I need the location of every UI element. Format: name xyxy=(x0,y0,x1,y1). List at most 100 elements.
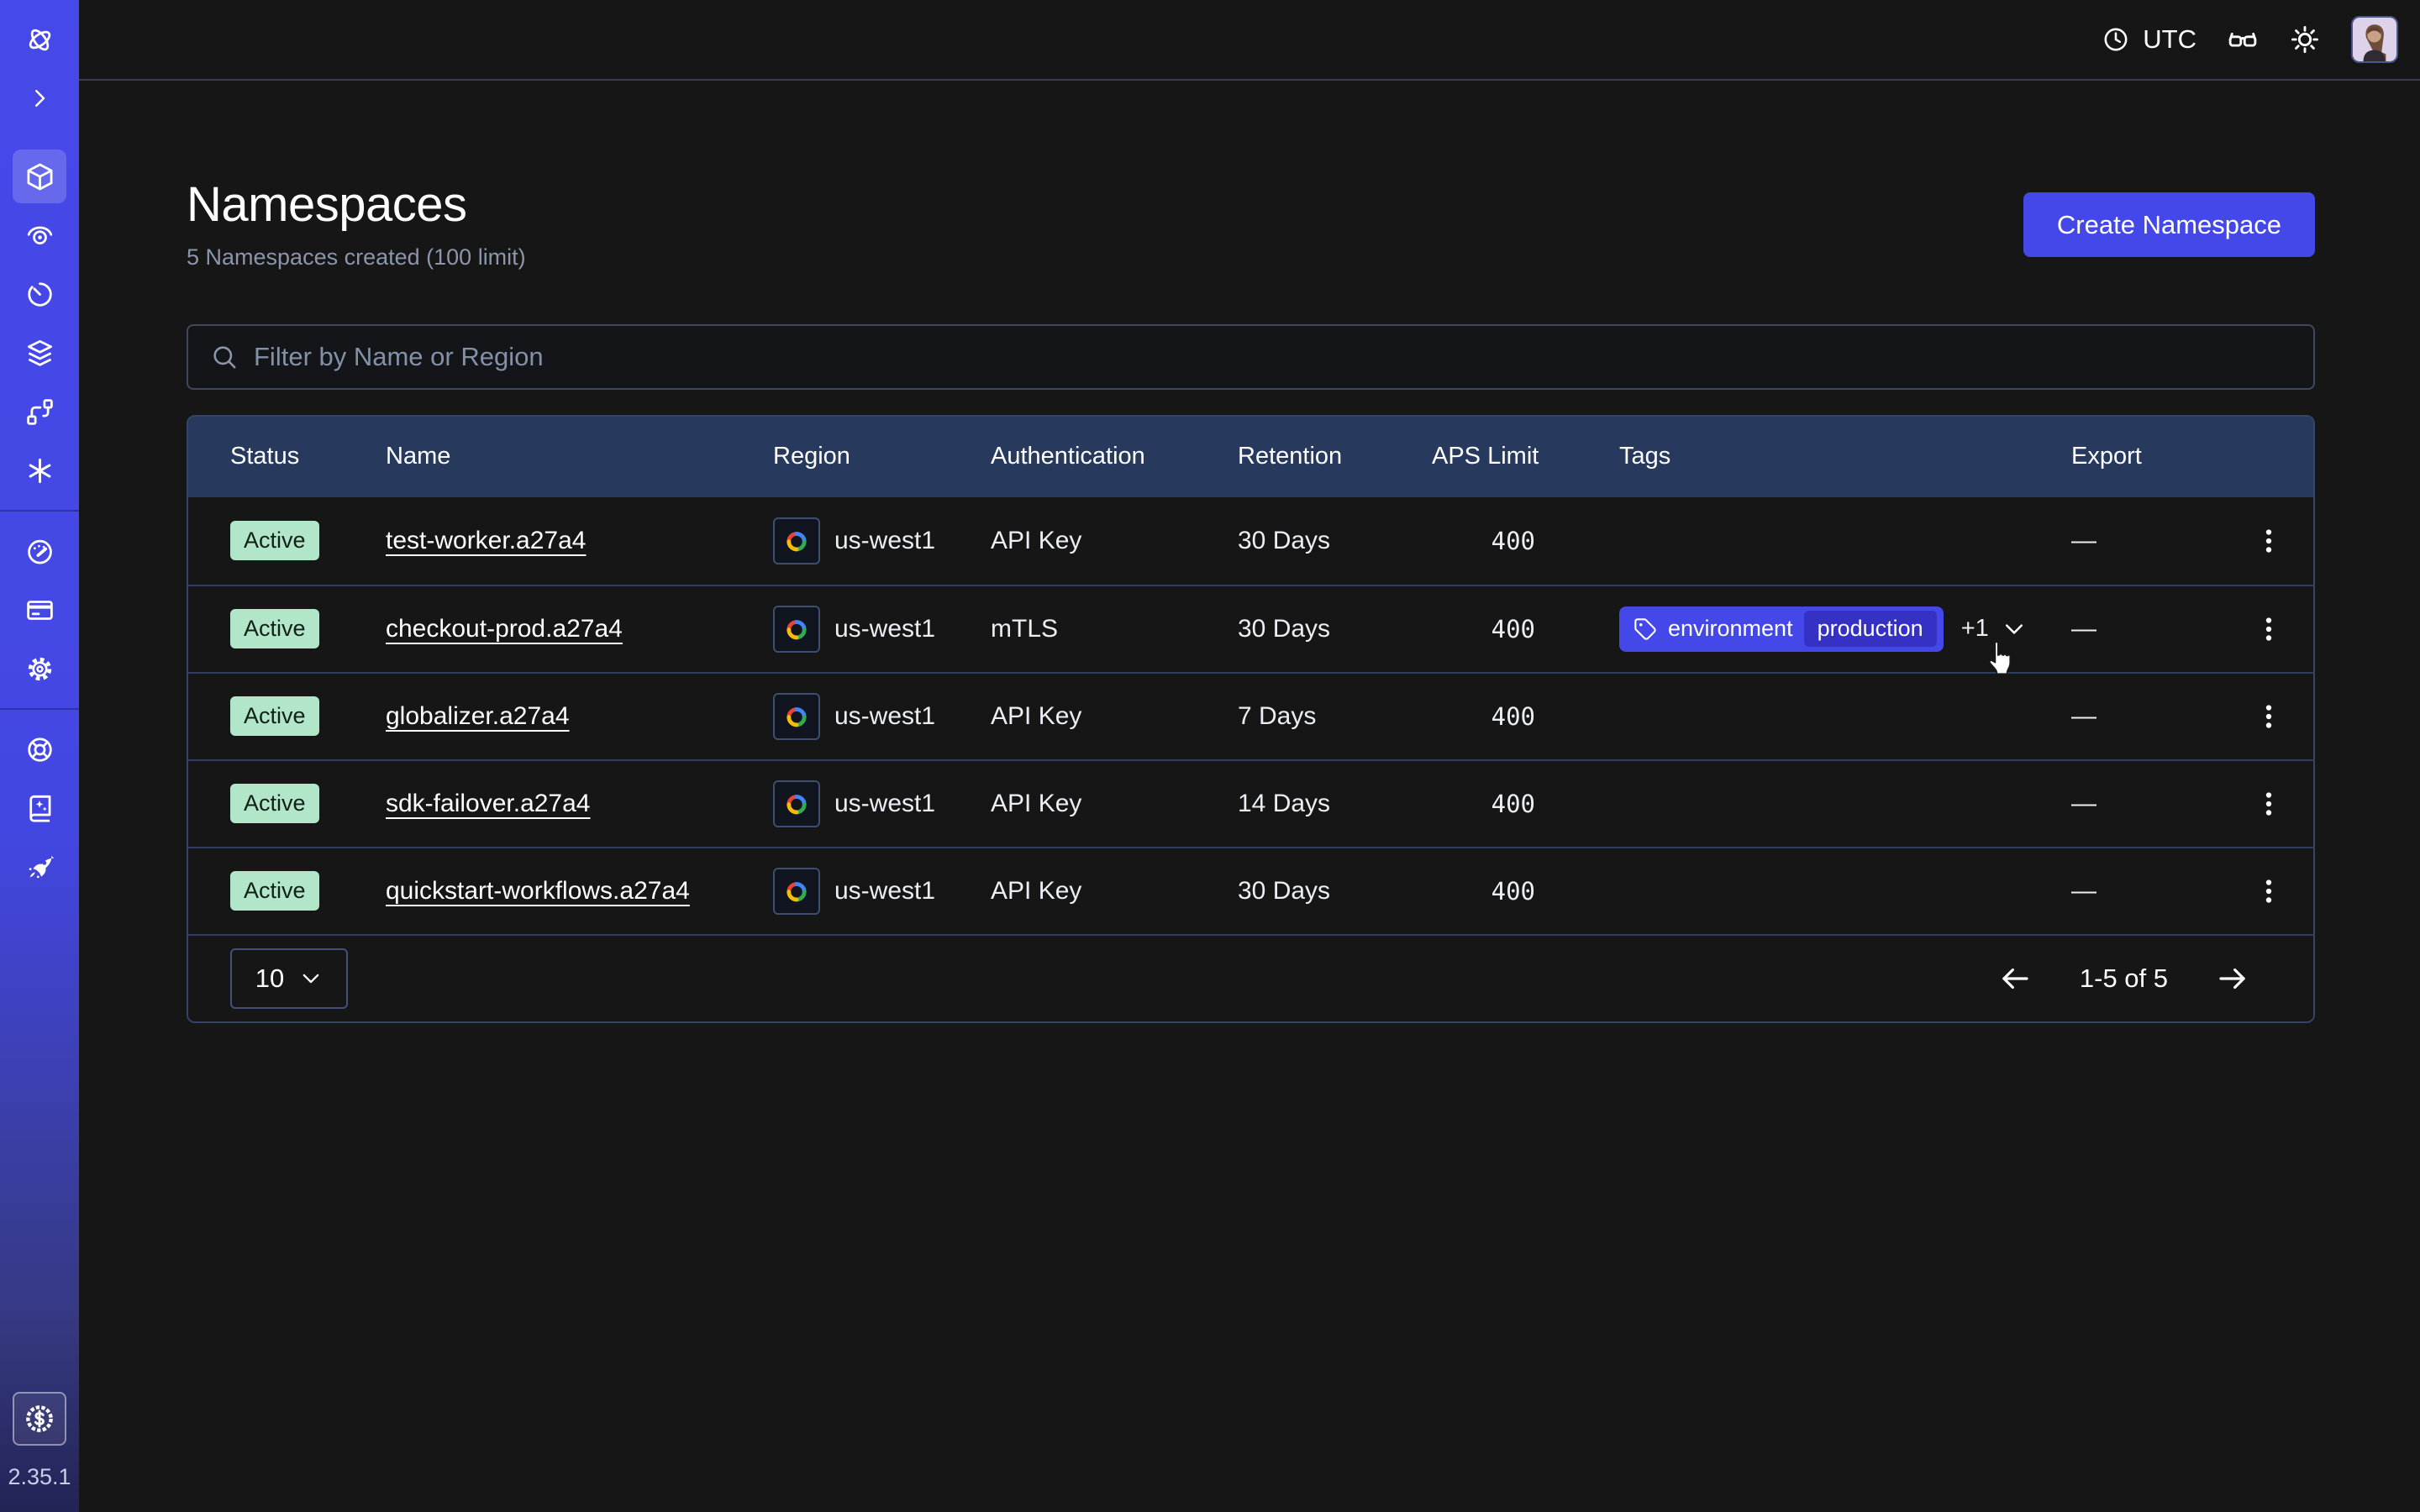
page-subtitle: 5 Namespaces created (100 limit) xyxy=(187,244,526,270)
namespace-link[interactable]: quickstart-workflows.a27a4 xyxy=(386,877,690,905)
export-value: — xyxy=(2071,790,2242,818)
main-content: Namespaces 5 Namespaces created (100 lim… xyxy=(79,82,2420,1023)
asterisk-icon xyxy=(24,455,55,486)
status-badge: Active xyxy=(230,521,319,560)
tag-icon xyxy=(1634,617,1657,641)
sidebar-item-support[interactable] xyxy=(13,722,66,776)
export-value: — xyxy=(2071,615,2242,643)
page-size-select[interactable]: 10 xyxy=(230,948,348,1009)
table-row: Active globalizer.a27a4 us-west1 API Key… xyxy=(188,672,2313,759)
aps-limit-value: 400 xyxy=(1432,527,1619,555)
gcp-region-icon xyxy=(773,693,820,740)
filter-input[interactable] xyxy=(254,342,2291,372)
retention-value: 30 Days xyxy=(1238,877,1432,906)
rocket-icon xyxy=(24,852,55,883)
sidebar-item-settings[interactable] xyxy=(13,642,66,696)
sidebar-item-schedules[interactable] xyxy=(13,267,66,321)
clock-icon xyxy=(2102,25,2130,54)
status-badge: Active xyxy=(230,609,319,648)
gcp-region-icon xyxy=(773,868,820,915)
col-name: Name xyxy=(386,443,773,470)
theme-toggle-button[interactable] xyxy=(2289,24,2321,55)
sidebar-item-deployments[interactable] xyxy=(13,385,66,438)
region-label: us-west1 xyxy=(834,527,935,555)
table-row: Active quickstart-workflows.a27a4 us-wes… xyxy=(188,847,2313,934)
table-row: Active checkout-prod.a27a4 us-west1 mTLS… xyxy=(188,585,2313,672)
sidebar-expand-button[interactable] xyxy=(13,71,66,125)
region-label: us-west1 xyxy=(834,615,935,643)
next-page-button[interactable] xyxy=(2215,961,2250,996)
tag-expand-button[interactable] xyxy=(2002,617,2027,642)
sidebar-divider xyxy=(0,708,79,710)
col-tags: Tags xyxy=(1619,443,2071,470)
namespace-link[interactable]: globalizer.a27a4 xyxy=(386,702,570,730)
region-label: us-west1 xyxy=(834,702,935,731)
reader-mode-button[interactable] xyxy=(2227,24,2259,55)
arrow-right-icon xyxy=(2215,961,2250,996)
lifebuoy-icon xyxy=(24,734,55,765)
prev-page-button[interactable] xyxy=(1997,961,2033,996)
arrow-left-icon xyxy=(1997,961,2033,996)
col-aps-limit: APS Limit xyxy=(1432,443,1619,470)
workflow-branch-icon xyxy=(24,396,55,428)
create-namespace-button[interactable]: Create Namespace xyxy=(2023,192,2315,257)
avatar-image xyxy=(2353,18,2396,61)
sidebar-item-usage[interactable] xyxy=(13,524,66,578)
app-version: 2.35.1 xyxy=(8,1464,71,1490)
topbar: UTC xyxy=(79,0,2420,81)
row-menu-button[interactable] xyxy=(2242,690,2296,743)
sidebar-item-billing[interactable] xyxy=(13,583,66,637)
sidebar-item-nexus[interactable] xyxy=(13,444,66,497)
timezone-selector[interactable]: UTC xyxy=(2102,24,2196,55)
chevron-down-icon xyxy=(299,967,323,990)
namespace-link[interactable]: checkout-prod.a27a4 xyxy=(386,615,623,643)
namespaces-table: Status Name Region Authentication Retent… xyxy=(187,415,2315,1023)
aps-limit-value: 400 xyxy=(1432,877,1619,906)
export-value: — xyxy=(2071,877,2242,906)
tag-key: environment xyxy=(1668,616,1793,642)
row-menu-button[interactable] xyxy=(2242,602,2296,656)
sidebar-item-getting-started[interactable] xyxy=(13,840,66,894)
auth-value: API Key xyxy=(991,527,1238,555)
row-menu-button[interactable] xyxy=(2242,864,2296,918)
gcp-region-icon xyxy=(773,606,820,653)
user-avatar[interactable] xyxy=(2351,16,2398,63)
auth-value: mTLS xyxy=(991,615,1238,643)
credit-card-icon xyxy=(24,595,55,626)
credits-button[interactable] xyxy=(13,1392,66,1446)
auth-value: API Key xyxy=(991,702,1238,731)
sidebar-divider xyxy=(0,510,79,512)
auth-value: API Key xyxy=(991,877,1238,906)
gcp-region-icon xyxy=(773,517,820,564)
export-value: — xyxy=(2071,702,2242,731)
page-title: Namespaces xyxy=(187,180,526,231)
sidebar-item-batch[interactable] xyxy=(13,326,66,380)
gcp-region-icon xyxy=(773,780,820,827)
timezone-label: UTC xyxy=(2143,24,2196,55)
row-menu-button[interactable] xyxy=(2242,514,2296,568)
layers-icon xyxy=(24,338,55,369)
aps-limit-value: 400 xyxy=(1432,702,1619,731)
page-range-label: 1-5 of 5 xyxy=(2080,963,2168,994)
sidebar-item-docs[interactable] xyxy=(13,781,66,835)
sidebar-item-monitor[interactable] xyxy=(13,208,66,262)
row-menu-button[interactable] xyxy=(2242,777,2296,831)
tag-pill[interactable]: environment production xyxy=(1619,606,1944,652)
export-value: — xyxy=(2071,527,2242,555)
region-label: us-west1 xyxy=(834,877,935,906)
col-status: Status xyxy=(230,443,386,470)
book-sparkle-icon xyxy=(24,793,55,824)
namespace-link[interactable]: test-worker.a27a4 xyxy=(386,527,586,554)
table-header: Status Name Region Authentication Retent… xyxy=(188,417,2313,497)
temporal-logo[interactable] xyxy=(13,13,66,66)
eye-orbit-icon xyxy=(24,220,55,251)
namespace-link[interactable]: sdk-failover.a27a4 xyxy=(386,790,591,817)
filter-bar xyxy=(187,324,2315,390)
retention-value: 7 Days xyxy=(1238,702,1432,731)
aps-limit-value: 400 xyxy=(1432,615,1619,643)
search-icon xyxy=(210,343,239,371)
status-badge: Active xyxy=(230,871,319,911)
sun-icon xyxy=(2289,24,2321,55)
sidebar-item-namespaces[interactable] xyxy=(13,150,66,203)
status-badge: Active xyxy=(230,696,319,736)
